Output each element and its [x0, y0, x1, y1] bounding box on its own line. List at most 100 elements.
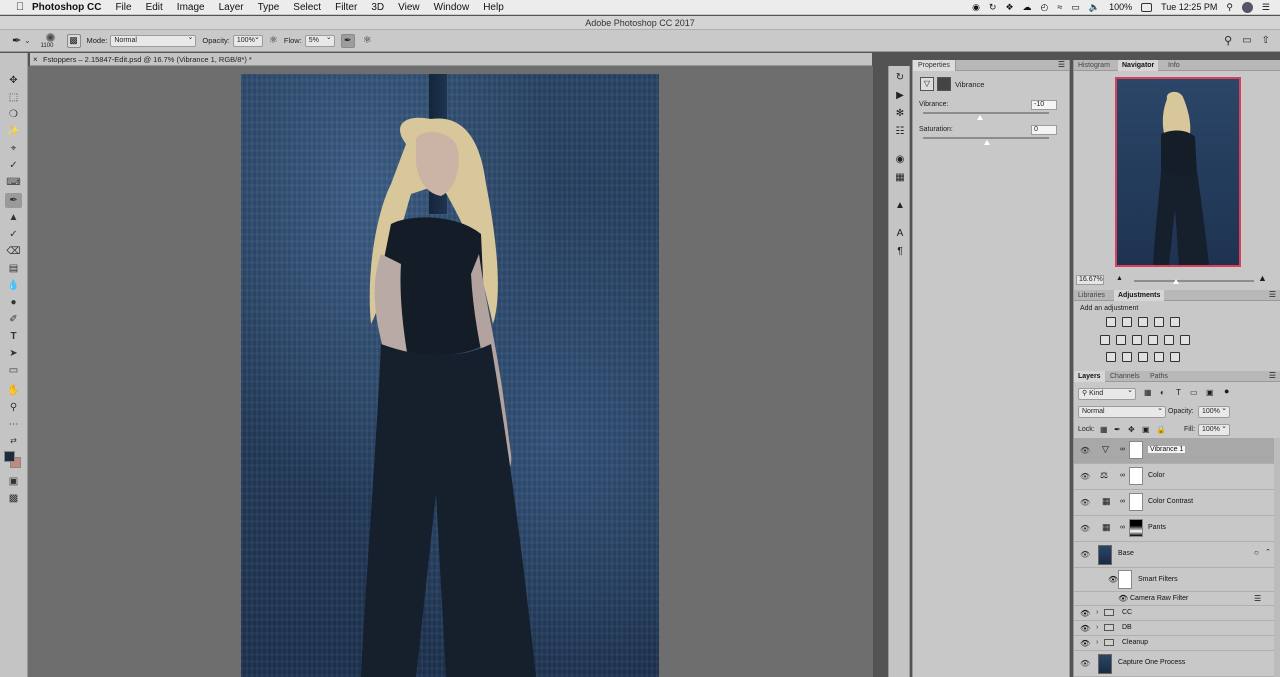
- clock[interactable]: Tue 12:25 PM: [1161, 2, 1217, 12]
- airbrush-toggle[interactable]: ✒: [340, 33, 355, 48]
- airplay-icon[interactable]: ▭: [1071, 2, 1080, 13]
- brush-tool-icon[interactable]: ✒: [5, 193, 22, 208]
- smart-filter-options-icon[interactable]: ○: [1254, 548, 1259, 557]
- layer-row-capture-one[interactable]: 👁 Capture One Process: [1074, 651, 1280, 677]
- blur-tool-icon[interactable]: 💧: [5, 278, 22, 293]
- filter-blending-icon[interactable]: ☰: [1254, 594, 1261, 603]
- curves-icon[interactable]: [1138, 317, 1148, 327]
- blend-mode-dropdown[interactable]: Normal: [1078, 404, 1166, 418]
- workspace-icon[interactable]: ▭: [1242, 35, 1251, 46]
- mode-dropdown[interactable]: Normal: [110, 33, 197, 47]
- layer-thumbnail[interactable]: [1098, 654, 1112, 674]
- marquee-tool-icon[interactable]: ⬚: [5, 90, 22, 105]
- move-tool-icon[interactable]: ✥: [5, 73, 22, 88]
- vibrance-icon[interactable]: [1170, 317, 1180, 327]
- gradient-tool-icon[interactable]: ▤: [5, 261, 22, 276]
- link-icon[interactable]: ∞: [1120, 446, 1125, 453]
- layer-mask-thumbnail[interactable]: [1129, 493, 1143, 511]
- invert-icon[interactable]: [1106, 352, 1116, 362]
- tab-histogram[interactable]: Histogram: [1074, 60, 1114, 71]
- notification-icon[interactable]: ☰: [1262, 2, 1270, 13]
- quick-select-tool-icon[interactable]: ✨: [5, 124, 22, 139]
- clone-source-icon[interactable]: ▲: [893, 198, 907, 212]
- saturation-value-field[interactable]: 0: [1031, 125, 1057, 135]
- exposure-icon[interactable]: [1154, 317, 1164, 327]
- rectangle-tool-icon[interactable]: ▭: [5, 363, 22, 378]
- navigator-zoom-slider[interactable]: [1134, 280, 1254, 282]
- vibrance-slider-knob[interactable]: [977, 115, 983, 120]
- type-tool-icon[interactable]: T: [5, 329, 22, 344]
- sync-icon[interactable]: ↻: [989, 2, 997, 13]
- channel-mixer-icon[interactable]: [1164, 335, 1174, 345]
- menu-window[interactable]: Window: [434, 2, 470, 13]
- lock-image-icon[interactable]: ✒: [1114, 425, 1121, 434]
- vibrance-slider[interactable]: [923, 112, 1049, 114]
- dodge-tool-icon[interactable]: ●: [5, 295, 22, 310]
- group-name[interactable]: Cleanup: [1122, 639, 1148, 646]
- tab-layers[interactable]: Layers: [1074, 371, 1105, 382]
- collapse-chevron-icon[interactable]: ⌃: [1265, 548, 1271, 556]
- flow-field[interactable]: 5%: [304, 33, 335, 47]
- filter-shape-icon[interactable]: ▭: [1190, 388, 1198, 397]
- adjustments-menu-icon[interactable]: ☰: [1269, 290, 1276, 299]
- tab-properties[interactable]: Properties: [913, 60, 956, 71]
- brush-tool-icon[interactable]: ✒: [12, 34, 21, 47]
- healing-brush-tool-icon[interactable]: ⌨: [5, 175, 22, 190]
- visibility-eye-icon[interactable]: 👁: [1080, 659, 1090, 668]
- crop-tool-icon[interactable]: ⌖: [5, 141, 22, 156]
- document-tab[interactable]: × Fstoppers – 2.15847-Edit.psd @ 16.7% (…: [30, 53, 872, 66]
- gradient-map-icon[interactable]: [1170, 352, 1180, 362]
- filter-adjustment-icon[interactable]: ◐: [1160, 388, 1165, 397]
- color-lookup-icon[interactable]: [1180, 335, 1190, 345]
- layer-name[interactable]: Color: [1148, 472, 1165, 479]
- fill-field[interactable]: 100%: [1198, 422, 1230, 436]
- photo-filter-icon[interactable]: [1148, 335, 1158, 345]
- pressure-size-icon[interactable]: ⚛: [363, 35, 372, 46]
- black-white-icon[interactable]: [1132, 335, 1142, 345]
- battery-percent[interactable]: 100%: [1109, 2, 1132, 12]
- layer-mask-thumbnail[interactable]: [1129, 441, 1143, 459]
- layer-opacity-field[interactable]: 100%: [1198, 404, 1230, 418]
- menu-3d[interactable]: 3D: [371, 2, 384, 13]
- menu-help[interactable]: Help: [483, 2, 504, 13]
- menu-layer[interactable]: Layer: [219, 2, 244, 13]
- filter-smart-icon[interactable]: ▣: [1206, 388, 1214, 397]
- tab-adjustments[interactable]: Adjustments: [1114, 290, 1165, 301]
- brush-panel-toggle[interactable]: ▩: [66, 33, 81, 48]
- filter-type-icon[interactable]: T: [1176, 388, 1181, 397]
- visibility-eye-icon[interactable]: 👁: [1080, 498, 1090, 507]
- visibility-eye-icon[interactable]: 👁: [1080, 609, 1090, 618]
- brightness-contrast-icon[interactable]: [1106, 317, 1116, 327]
- zoom-tool-icon[interactable]: ⚲: [5, 400, 22, 415]
- menu-image[interactable]: Image: [177, 2, 205, 13]
- menu-view[interactable]: View: [398, 2, 420, 13]
- menu-edit[interactable]: Edit: [146, 2, 163, 13]
- wifi-icon[interactable]: ≈: [1057, 2, 1062, 12]
- lock-position-icon[interactable]: ✥: [1128, 425, 1135, 434]
- menu-file[interactable]: File: [115, 2, 131, 13]
- levels-icon[interactable]: [1122, 317, 1132, 327]
- layer-row-color[interactable]: 👁 ⚖ ∞ Color: [1074, 464, 1280, 490]
- panel-menu-icon[interactable]: ☰: [1058, 60, 1065, 69]
- lock-all-icon[interactable]: 🔒: [1156, 425, 1166, 434]
- path-select-tool-icon[interactable]: ➤: [5, 346, 22, 361]
- filter-toggle-icon[interactable]: ●: [1224, 386, 1229, 396]
- expand-chevron-icon[interactable]: ›: [1096, 609, 1098, 616]
- link-icon[interactable]: ∞: [1120, 524, 1125, 531]
- opacity-field[interactable]: 100%: [232, 33, 263, 47]
- group-name[interactable]: CC: [1122, 609, 1132, 616]
- tab-paths[interactable]: Paths: [1146, 371, 1172, 382]
- layer-mask-thumbnail[interactable]: [1129, 519, 1143, 537]
- color-panel-icon[interactable]: ◉: [893, 152, 907, 166]
- cloud-icon[interactable]: ☁: [1023, 2, 1032, 13]
- dropbox-icon[interactable]: ❖: [1005, 2, 1013, 13]
- visibility-eye-icon[interactable]: 👁: [1108, 575, 1118, 584]
- swap-colors-icon[interactable]: ⇄: [5, 433, 22, 448]
- brush-settings-icon[interactable]: ✻: [893, 106, 907, 120]
- spotlight-icon[interactable]: ⚲: [1226, 2, 1233, 13]
- character-panel-icon[interactable]: A: [893, 226, 907, 240]
- tab-libraries[interactable]: Libraries: [1074, 290, 1109, 301]
- layer-name[interactable]: Color Contrast: [1148, 498, 1193, 505]
- expand-chevron-icon[interactable]: ›: [1096, 639, 1098, 646]
- selective-color-icon[interactable]: [1154, 352, 1164, 362]
